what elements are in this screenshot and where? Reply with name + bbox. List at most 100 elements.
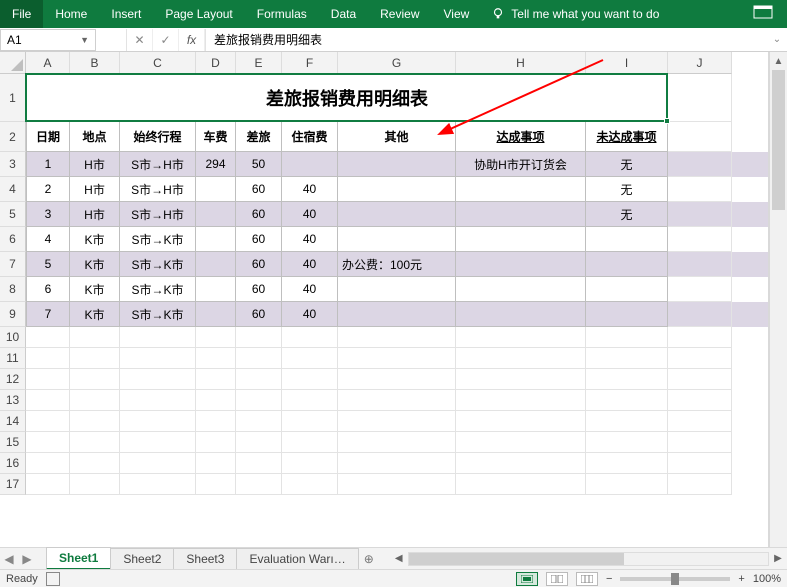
data-r2-c3[interactable] <box>196 177 236 202</box>
data-r2-c1[interactable]: H市 <box>70 177 120 202</box>
cell-blank[interactable] <box>282 474 338 495</box>
data-r4-c4[interactable]: 60 <box>236 227 282 252</box>
row-header-3[interactable]: 3 <box>0 152 26 177</box>
data-r7-c1[interactable]: K市 <box>70 302 120 327</box>
cell-blank[interactable] <box>586 474 668 495</box>
cell-blank[interactable] <box>282 432 338 453</box>
cell-blank[interactable] <box>586 453 668 474</box>
cell-blank[interactable] <box>70 453 120 474</box>
scroll-up-icon[interactable]: ▲ <box>770 52 787 70</box>
data-r1-c7[interactable]: 协助H市开订货会 <box>456 152 586 177</box>
cell-blank[interactable] <box>236 474 282 495</box>
header-0[interactable]: 日期 <box>26 122 70 152</box>
cell-blank[interactable] <box>668 474 732 495</box>
cell-blank[interactable] <box>196 432 236 453</box>
cell-blank[interactable] <box>120 474 196 495</box>
cell-blank[interactable] <box>26 474 70 495</box>
data-r6-c4[interactable]: 60 <box>236 277 282 302</box>
cell-blank[interactable] <box>236 411 282 432</box>
formula-enter-icon[interactable]: ✓ <box>153 29 179 51</box>
data-r7-c7[interactable] <box>456 302 586 327</box>
data-r4-c5[interactable]: 40 <box>282 227 338 252</box>
cell-blank[interactable] <box>26 369 70 390</box>
cell-blank[interactable] <box>196 474 236 495</box>
data-r7-c8[interactable] <box>586 302 668 327</box>
column-header-A[interactable]: A <box>26 52 70 74</box>
data-r5-c6[interactable]: 办公费：100元 <box>338 252 456 277</box>
cell-blank[interactable] <box>120 453 196 474</box>
worksheet-grid[interactable]: ABCDEFGHIJ 1234567891011121314151617 差旅报… <box>0 52 769 561</box>
data-r4-c2[interactable]: S市→K市 <box>120 227 196 252</box>
cell-blank[interactable] <box>668 453 732 474</box>
zoom-level[interactable]: 100% <box>753 573 781 585</box>
cell-blank[interactable] <box>668 369 732 390</box>
cell-blank[interactable] <box>586 327 668 348</box>
cell-j2[interactable] <box>668 122 732 152</box>
cell-blank[interactable] <box>236 348 282 369</box>
header-2[interactable]: 始终行程 <box>120 122 196 152</box>
cell-blank[interactable] <box>282 411 338 432</box>
formula-bar-input[interactable] <box>206 29 767 51</box>
column-header-D[interactable]: D <box>196 52 236 74</box>
cell-blank[interactable] <box>282 369 338 390</box>
header-5[interactable]: 住宿费 <box>282 122 338 152</box>
cell-blank[interactable] <box>282 390 338 411</box>
column-header-B[interactable]: B <box>70 52 120 74</box>
tell-me-search[interactable]: Tell me what you want to do <box>481 7 669 21</box>
formula-bar-expand-icon[interactable]: ⌄ <box>767 34 787 45</box>
cell-blank[interactable] <box>668 432 732 453</box>
row-header-16[interactable]: 16 <box>0 453 26 474</box>
tab-nav-next-icon[interactable]: ▶ <box>18 552 36 566</box>
row-header-11[interactable]: 11 <box>0 348 26 369</box>
data-r3-c1[interactable]: H市 <box>70 202 120 227</box>
column-header-H[interactable]: H <box>456 52 586 74</box>
data-r7-c6[interactable] <box>338 302 456 327</box>
cell-blank[interactable] <box>456 369 586 390</box>
data-r2-c4[interactable]: 60 <box>236 177 282 202</box>
cell-blank[interactable] <box>456 327 586 348</box>
ribbon-tab-insert[interactable]: Insert <box>99 0 153 28</box>
vertical-scroll-thumb[interactable] <box>772 70 785 210</box>
row-header-6[interactable]: 6 <box>0 227 26 252</box>
cell-blank[interactable] <box>586 411 668 432</box>
data-r3-c3[interactable] <box>196 202 236 227</box>
zoom-slider-knob[interactable] <box>671 573 679 585</box>
cell-j4[interactable] <box>668 177 732 202</box>
cell-blank[interactable] <box>26 327 70 348</box>
data-r4-c3[interactable] <box>196 227 236 252</box>
data-r1-c1[interactable]: H市 <box>70 152 120 177</box>
cell-blank[interactable] <box>668 411 732 432</box>
data-r5-c3[interactable] <box>196 252 236 277</box>
name-box[interactable]: A1 ▼ <box>0 29 96 51</box>
header-8[interactable]: 未达成事项 <box>586 122 668 152</box>
cell-blank[interactable] <box>70 390 120 411</box>
header-4[interactable]: 差旅 <box>236 122 282 152</box>
row-header-7[interactable]: 7 <box>0 252 26 277</box>
sheet-tab-sheet3[interactable]: Sheet3 <box>173 548 237 569</box>
new-sheet-icon[interactable]: ⊕ <box>358 552 380 566</box>
cell-j6[interactable] <box>668 227 732 252</box>
ribbon-tab-view[interactable]: View <box>432 0 482 28</box>
cell-blank[interactable] <box>668 348 732 369</box>
cell-blank[interactable] <box>196 390 236 411</box>
cell-blank[interactable] <box>282 453 338 474</box>
data-r6-c1[interactable]: K市 <box>70 277 120 302</box>
data-r4-c8[interactable] <box>586 227 668 252</box>
data-r5-c4[interactable]: 60 <box>236 252 282 277</box>
row-header-5[interactable]: 5 <box>0 202 26 227</box>
macro-record-icon[interactable] <box>46 572 60 586</box>
data-r1-c2[interactable]: S市→H市 <box>120 152 196 177</box>
cell-blank[interactable] <box>120 411 196 432</box>
cell-j3[interactable] <box>668 152 732 177</box>
row-header-17[interactable]: 17 <box>0 474 26 495</box>
cell-blank[interactable] <box>120 369 196 390</box>
data-r1-c5[interactable] <box>282 152 338 177</box>
vertical-scroll-track[interactable] <box>770 70 787 543</box>
tab-nav-prev-icon[interactable]: ◀ <box>0 552 18 566</box>
cell-blank[interactable] <box>338 327 456 348</box>
cell-blank[interactable] <box>456 432 586 453</box>
data-r4-c6[interactable] <box>338 227 456 252</box>
horizontal-scroll-track[interactable] <box>408 552 769 566</box>
vertical-scrollbar[interactable]: ▲ ▼ <box>769 52 787 561</box>
cell-blank[interactable] <box>70 369 120 390</box>
